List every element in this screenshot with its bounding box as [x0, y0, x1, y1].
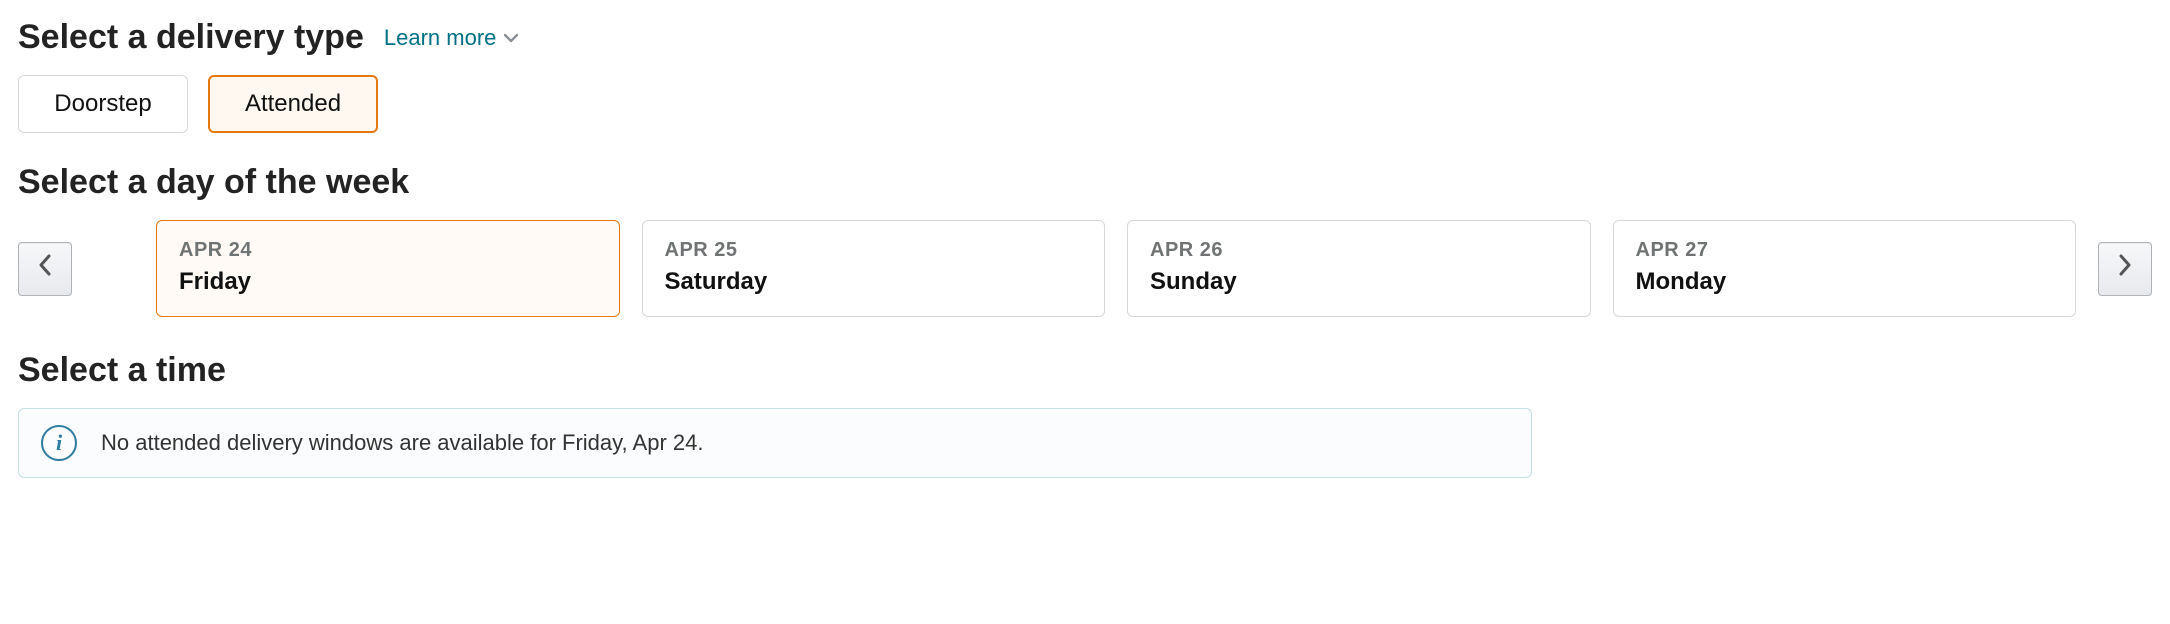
heading-time-select-text: Select a time — [18, 351, 226, 390]
prev-day-button[interactable] — [18, 242, 72, 296]
day-card-name: Monday — [1636, 268, 2054, 296]
delivery-type-attended[interactable]: Attended — [208, 75, 378, 133]
delivery-type-doorstep[interactable]: Doorstep — [18, 75, 188, 133]
chevron-right-icon — [2117, 253, 2133, 284]
day-card-date: APR 27 — [1636, 239, 2054, 262]
day-card-name: Saturday — [665, 268, 1083, 296]
day-selector: APR 24 Friday APR 25 Saturday APR 26 Sun… — [18, 220, 2152, 317]
chevron-down-icon — [504, 33, 518, 43]
heading-day-select: Select a day of the week — [18, 163, 2152, 202]
day-card-monday[interactable]: APR 27 Monday — [1613, 220, 2077, 317]
heading-delivery-type-text: Select a delivery type — [18, 18, 364, 57]
learn-more-link[interactable]: Learn more — [384, 25, 519, 51]
chevron-left-icon — [37, 253, 53, 284]
day-card-date: APR 26 — [1150, 239, 1568, 262]
heading-delivery-type: Select a delivery type Learn more — [18, 18, 2152, 57]
day-card-name: Friday — [179, 268, 597, 296]
info-message-text: No attended delivery windows are availab… — [101, 430, 703, 456]
day-card-sunday[interactable]: APR 26 Sunday — [1127, 220, 1591, 317]
day-card-date: APR 25 — [665, 239, 1083, 262]
day-cards-row: APR 24 Friday APR 25 Saturday APR 26 Sun… — [156, 220, 2076, 317]
heading-time-select: Select a time — [18, 351, 2152, 390]
next-day-button[interactable] — [2098, 242, 2152, 296]
day-card-saturday[interactable]: APR 25 Saturday — [642, 220, 1106, 317]
heading-day-select-text: Select a day of the week — [18, 163, 409, 202]
info-icon: i — [41, 425, 77, 461]
learn-more-label: Learn more — [384, 25, 497, 51]
spacer — [94, 220, 134, 317]
delivery-type-label: Doorstep — [54, 90, 151, 118]
day-card-name: Sunday — [1150, 268, 1568, 296]
info-message-box: i No attended delivery windows are avail… — [18, 408, 1532, 478]
day-card-date: APR 24 — [179, 239, 597, 262]
day-card-friday[interactable]: APR 24 Friday — [156, 220, 620, 317]
delivery-type-label: Attended — [245, 90, 341, 118]
delivery-type-options: Doorstep Attended — [18, 75, 2152, 133]
